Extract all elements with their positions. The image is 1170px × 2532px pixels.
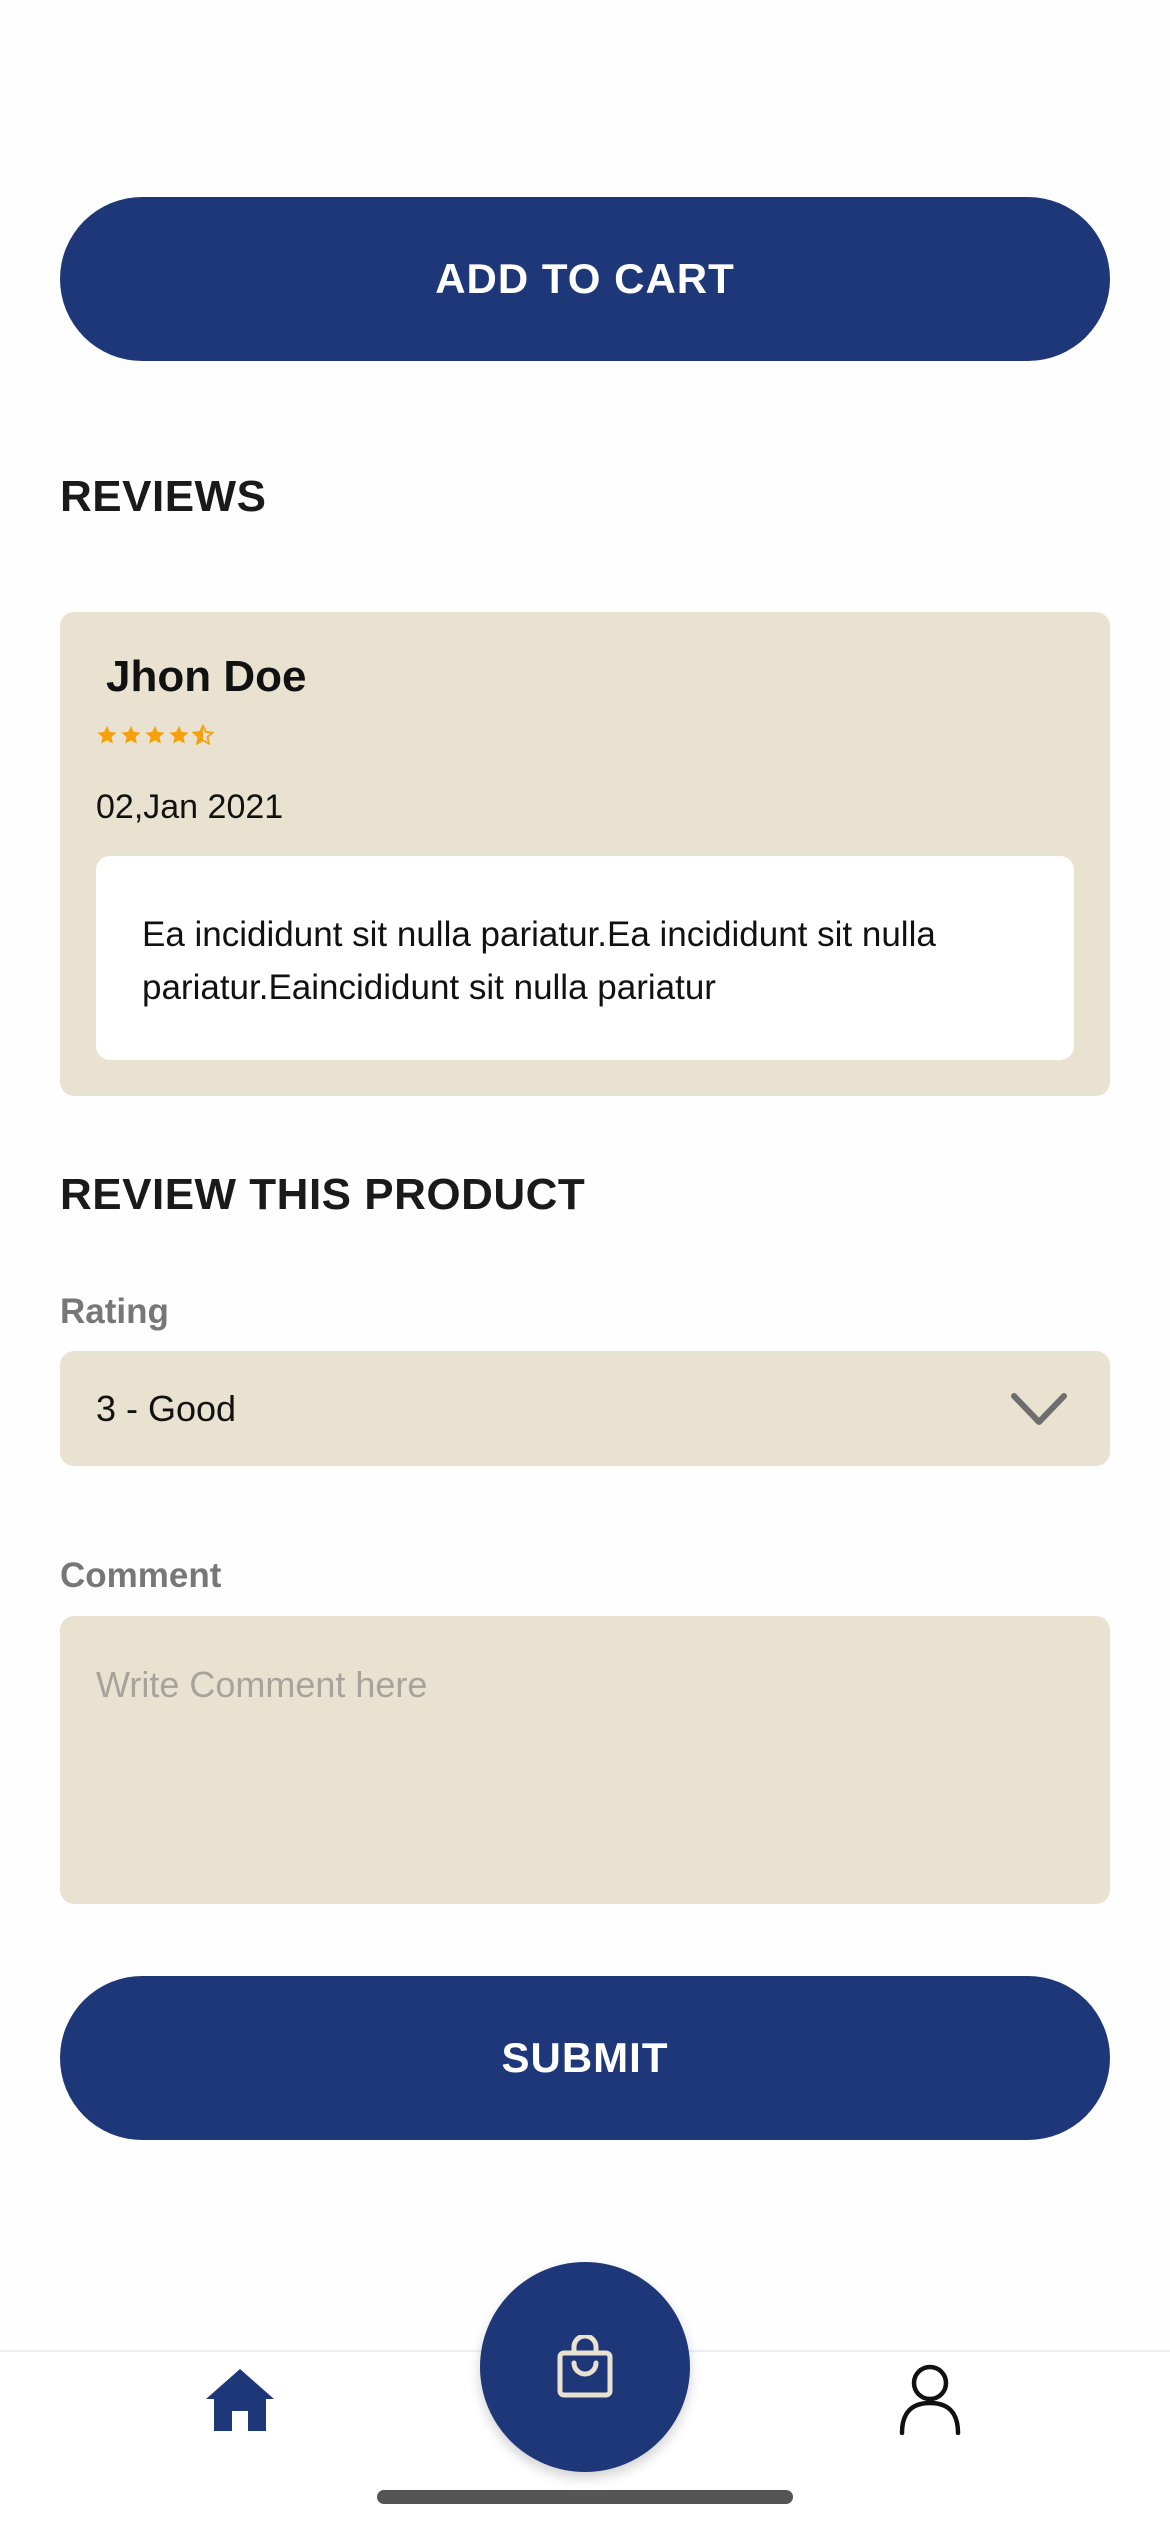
star-half-icon — [192, 724, 214, 746]
review-text: Ea incididunt sit nulla pariatur.Ea inci… — [96, 856, 1074, 1060]
rating-select[interactable]: 3 - Good — [60, 1351, 1110, 1466]
rating-select-value: 3 - Good — [96, 1387, 237, 1429]
comment-input[interactable]: Write Comment here — [60, 1616, 1110, 1904]
star-full-icon — [145, 725, 165, 744]
chevron-down-icon — [1011, 1393, 1067, 1425]
review-card: Jhon Doe 02,Jan 2021 Ea incididunt sit n… — [60, 612, 1110, 1096]
add-to-cart-button[interactable]: ADD TO CART — [60, 197, 1110, 361]
comment-label: Comment — [60, 1556, 222, 1595]
star-full-icon — [169, 725, 189, 744]
review-rating-stars — [96, 724, 214, 746]
star-full-icon — [121, 725, 141, 744]
shopping-bag-icon — [557, 2335, 613, 2398]
star-full-icon — [97, 725, 117, 744]
review-form-heading: REVIEW THIS PRODUCT — [60, 1170, 586, 1219]
review-author: Jhon Doe — [106, 652, 307, 701]
reviews-heading: REVIEWS — [60, 472, 267, 521]
rating-label: Rating — [60, 1292, 169, 1331]
review-date: 02,Jan 2021 — [96, 788, 284, 826]
user-icon[interactable] — [898, 2363, 962, 2435]
comment-placeholder: Write Comment here — [96, 1664, 428, 1705]
home-indicator — [377, 2490, 793, 2504]
cart-fab-button[interactable] — [480, 2262, 690, 2472]
submit-button[interactable]: SUBMIT — [60, 1976, 1110, 2140]
home-icon[interactable] — [204, 2363, 276, 2435]
